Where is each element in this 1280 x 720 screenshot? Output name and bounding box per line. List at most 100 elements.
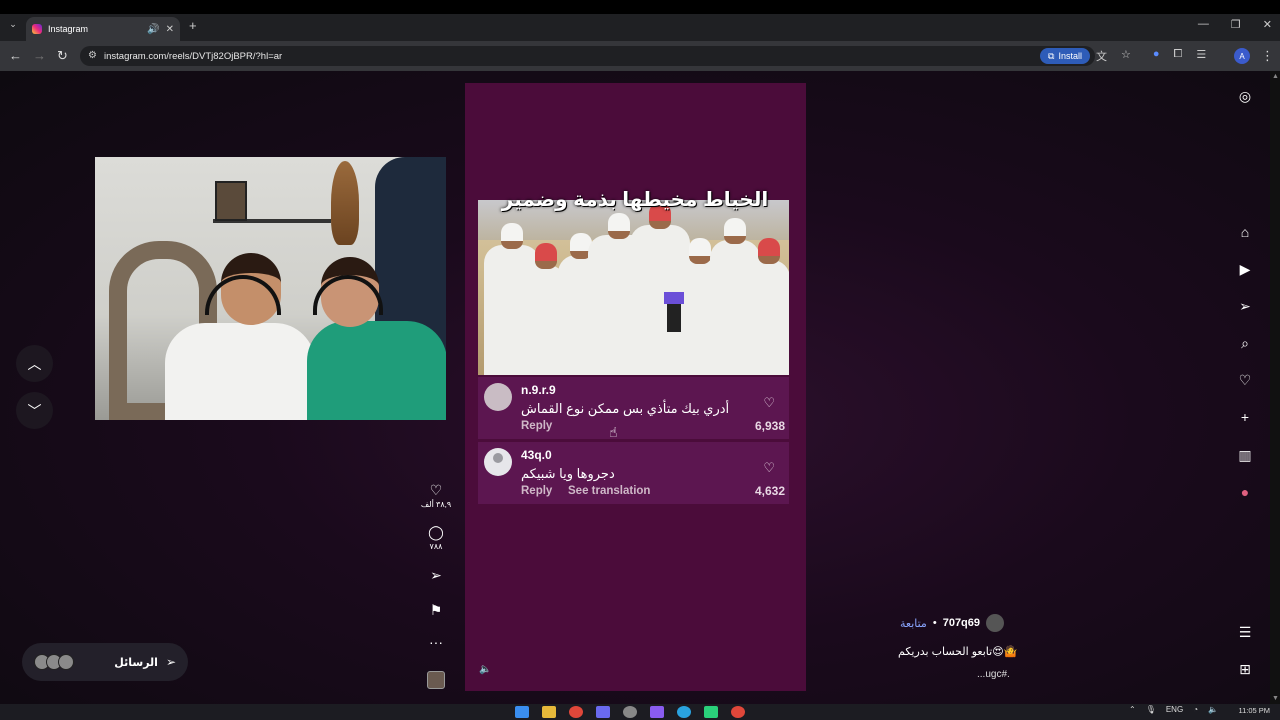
- reel-description: تابعو الحساب بدريكم😍🤷: [898, 646, 1018, 658]
- microphone-icon[interactable]: 🎙: [1146, 705, 1156, 714]
- translate-icon[interactable]: 文: [1096, 48, 1107, 64]
- comment-card: n.9.r.9 أدري بيك متأذي بس ممكن نوع القما…: [478, 377, 789, 439]
- store-icon[interactable]: [596, 706, 610, 718]
- tab-search-button[interactable]: ⌄: [6, 19, 20, 35]
- extensions-icon[interactable]: ⧠: [1174, 48, 1183, 64]
- reload-icon[interactable]: ↻: [57, 48, 68, 64]
- tab-instagram[interactable]: Instagram 🔊 ✕: [26, 17, 180, 41]
- comment-like-count: 6,938: [754, 419, 785, 433]
- bookmark-icon: ⚑: [429, 602, 443, 618]
- chrome-active-icon[interactable]: [731, 706, 745, 718]
- new-tab-button[interactable]: +: [189, 18, 197, 33]
- comment-username: 43q.0: [521, 448, 552, 462]
- discord-icon[interactable]: [650, 706, 664, 718]
- comment-text: دجروها ويا شبيكم: [521, 466, 615, 481]
- app-icon[interactable]: [623, 706, 637, 718]
- comment-reply-link: Reply: [521, 420, 553, 432]
- audio-thumbnail[interactable]: [427, 671, 445, 689]
- heart-outline-icon: ♡: [763, 460, 775, 475]
- see-translation-link: See translation: [568, 485, 651, 497]
- instagram-icon[interactable]: ◎: [1235, 88, 1255, 105]
- comment-count: ٧٨٨: [429, 542, 443, 551]
- scroll-down-icon[interactable]: ▼: [1272, 695, 1279, 702]
- app-green-icon[interactable]: [704, 706, 718, 718]
- author-username[interactable]: 707q69: [943, 617, 980, 629]
- restore-icon[interactable]: ❐: [1231, 18, 1241, 31]
- clock[interactable]: 11:05 PM: [1238, 706, 1270, 715]
- forward-icon[interactable]: →: [33, 48, 46, 63]
- separator-dot: •: [932, 617, 937, 629]
- comment-icon: ◯: [428, 524, 444, 540]
- tray-chevron-icon[interactable]: ⌃: [1129, 705, 1136, 714]
- browser-menu-icon[interactable]: ⋮: [1261, 48, 1274, 64]
- messages-pill[interactable]: الرسائل ➢: [22, 643, 188, 681]
- direct-message-icon: ➢: [165, 655, 176, 669]
- site-info-icon[interactable]: ⚙: [88, 50, 97, 61]
- commenter-avatar: [484, 383, 512, 411]
- minimize-icon[interactable]: —: [1198, 18, 1209, 31]
- file-explorer-icon[interactable]: [542, 706, 556, 718]
- screen-top-bar: [0, 0, 1280, 14]
- like-count: ٣٨,٩ ألف: [420, 500, 452, 509]
- comment-card: 43q.0 دجروها ويا شبيكم Reply See transla…: [478, 442, 789, 504]
- heart-outline-icon: ♡: [763, 395, 775, 410]
- menu-icon[interactable]: ☰: [1235, 624, 1255, 641]
- url-text: instagram.com/reels/DVTj82OjBPR/?hl=ar: [104, 50, 283, 62]
- reading-list-icon[interactable]: ☰: [1196, 48, 1206, 64]
- telegram-icon[interactable]: [677, 706, 691, 718]
- speaker-icon[interactable]: 🔈: [1208, 705, 1218, 714]
- back-icon[interactable]: ←: [9, 48, 22, 63]
- home-icon[interactable]: ⌂: [1235, 224, 1255, 240]
- reels-icon[interactable]: ▶: [1235, 261, 1255, 278]
- search-icon[interactable]: ⌕: [1235, 335, 1255, 352]
- insights-icon[interactable]: ▥: [1235, 447, 1255, 464]
- author-avatar[interactable]: [986, 614, 1005, 632]
- plus-icon[interactable]: +: [1235, 409, 1255, 425]
- instagram-favicon-icon: [32, 24, 42, 34]
- send-icon[interactable]: ➢: [1235, 298, 1255, 315]
- comment-button[interactable]: ◯ ٧٨٨: [420, 524, 452, 551]
- send-icon: ➢: [430, 567, 442, 583]
- install-icon: ⧉: [1048, 50, 1055, 61]
- more-options-button[interactable]: ···: [420, 634, 452, 650]
- chrome-icon[interactable]: [569, 706, 583, 718]
- messages-label: الرسائل: [114, 656, 158, 669]
- wifi-icon[interactable]: ◔: [1193, 705, 1198, 714]
- mouse-cursor-icon: ☝: [609, 424, 618, 440]
- close-tab-icon[interactable]: ✕: [166, 24, 174, 35]
- profile-avatar[interactable]: A: [1234, 48, 1250, 64]
- follow-button[interactable]: متابعة: [900, 617, 927, 630]
- previous-reel-button[interactable]: ︿: [16, 345, 53, 382]
- close-window-icon[interactable]: ✕: [1263, 18, 1272, 31]
- install-app-button[interactable]: ⧉ Install: [1040, 48, 1090, 64]
- message-avatars: [34, 654, 74, 670]
- comment-username: n.9.r.9: [521, 383, 556, 397]
- extension-1-icon[interactable]: ●: [1153, 48, 1160, 64]
- language-indicator[interactable]: ENG: [1166, 705, 1183, 714]
- author-row: متابعة • 707q69: [900, 614, 1005, 632]
- comment-like-count: 4,632: [754, 484, 785, 498]
- apps-icon[interactable]: ⊞: [1235, 661, 1255, 678]
- like-button[interactable]: ♡ ٣٨,٩ ألف: [420, 482, 452, 509]
- reel-video[interactable]: الخياط مخيطها بذمة وضمير n.9.r.9 أدري بي…: [465, 83, 806, 691]
- address-bar[interactable]: ⚙ instagram.com/reels/DVTj82OjBPR/?hl=ar: [80, 46, 1095, 66]
- save-button[interactable]: ⚑: [420, 602, 452, 619]
- reel-scene-image: [478, 200, 789, 375]
- scroll-up-icon[interactable]: ▲: [1272, 73, 1279, 80]
- next-reel-button[interactable]: ﹀: [16, 392, 53, 429]
- share-button[interactable]: ➢: [420, 567, 452, 584]
- audio-playing-icon[interactable]: 🔊: [147, 24, 159, 35]
- bookmark-star-icon[interactable]: ☆: [1121, 48, 1131, 64]
- volume-icon[interactable]: 🔈: [479, 664, 491, 675]
- heart-icon[interactable]: ♡: [1235, 372, 1255, 389]
- page-scrollbar[interactable]: ▲ ▼: [1270, 71, 1280, 704]
- comment-reply-link: Reply: [521, 485, 553, 497]
- reel-hashtag[interactable]: ...ugc#.: [977, 669, 1010, 680]
- tab-title: Instagram: [48, 24, 89, 34]
- heart-icon: ♡: [429, 482, 443, 498]
- profile-avatar-icon[interactable]: ●: [1235, 484, 1255, 500]
- commenter-avatar: [484, 448, 512, 476]
- chevron-down-icon: ﹀: [27, 402, 42, 419]
- window-controls: — ❐ ✕: [1198, 18, 1272, 31]
- start-icon[interactable]: [515, 706, 529, 718]
